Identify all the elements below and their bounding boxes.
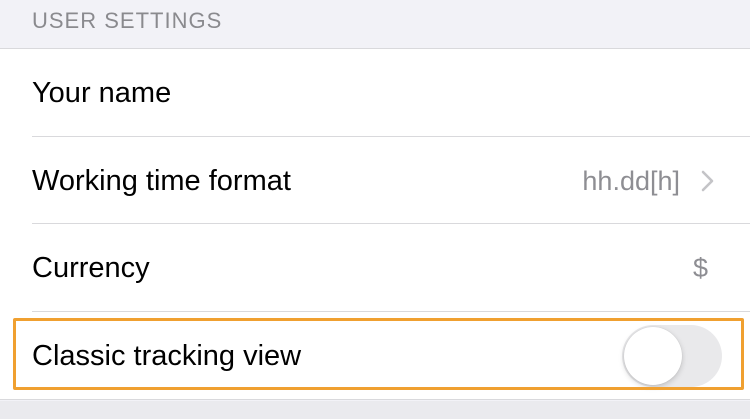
toggle-knob — [624, 327, 682, 385]
row-your-name[interactable]: Your name — [0, 49, 750, 137]
row-label: Currency — [32, 251, 150, 284]
section-header: USER SETTINGS — [32, 8, 223, 33]
classic-tracking-toggle[interactable] — [622, 325, 722, 387]
row-classic-tracking-view: Classic tracking view — [0, 312, 750, 400]
row-label: Working time format — [32, 164, 291, 197]
row-label: Your name — [32, 76, 172, 109]
row-value: hh.dd[h] — [582, 165, 680, 196]
footer-section — [0, 401, 750, 419]
chevron-right-icon — [701, 170, 714, 192]
row-label: Classic tracking view — [32, 339, 302, 372]
settings-group: Your name Working time format hh.dd[h] C… — [0, 48, 750, 400]
row-value: $ — [692, 252, 708, 283]
settings-screen: USER SETTINGS Your name Working time for… — [0, 0, 750, 419]
row-currency[interactable]: Currency $ — [0, 224, 750, 312]
row-working-time-format[interactable]: Working time format hh.dd[h] — [0, 137, 750, 225]
